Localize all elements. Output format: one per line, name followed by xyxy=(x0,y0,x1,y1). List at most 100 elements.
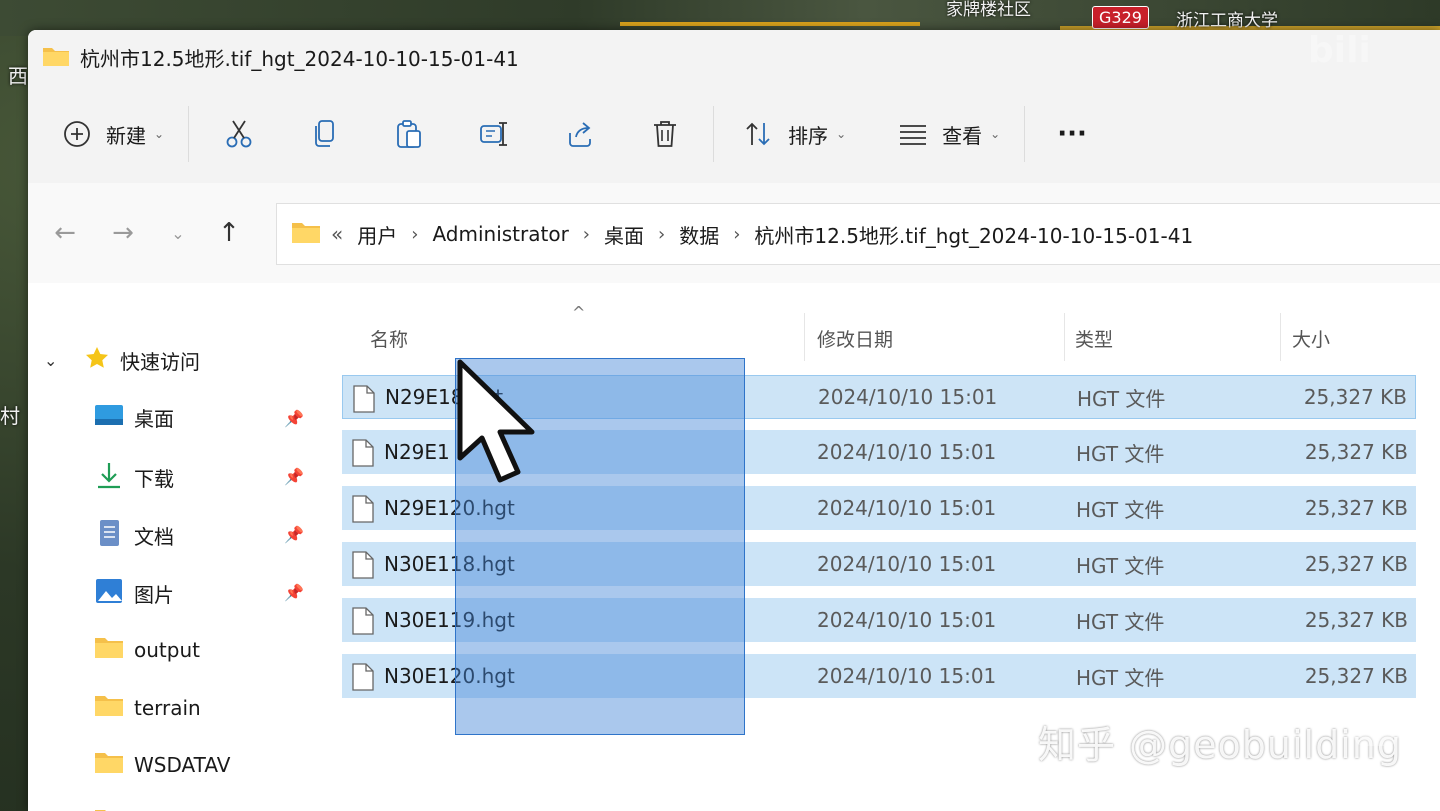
view-list-icon xyxy=(898,122,928,146)
folder-icon xyxy=(291,220,321,249)
command-bar: 新建 ⌄ 排序 ⌄ 查看 ⌄ ··· xyxy=(28,85,1440,184)
chevron-right-icon[interactable]: › xyxy=(733,224,740,245)
file-size: 25,327 KB xyxy=(1304,496,1408,520)
file-icon xyxy=(352,663,374,696)
plus-circle-icon xyxy=(62,119,92,149)
breadcrumb-item[interactable]: 杭州市12.5地形.tif_hgt_2024-10-10-15-01-41 xyxy=(754,220,1193,249)
file-icon xyxy=(352,495,374,528)
pin-icon[interactable]: 📌 xyxy=(284,583,304,602)
sidebar-item-label: 快速访问 xyxy=(120,350,200,374)
file-type: HGT 文件 xyxy=(1076,553,1165,578)
pin-icon[interactable]: 📌 xyxy=(284,467,304,486)
address-bar[interactable]: « 用户 › Administrator › 桌面 › 数据 › 杭州市12.5… xyxy=(276,203,1440,265)
sidebar-item-pictures[interactable]: 图片 xyxy=(94,577,174,610)
breadcrumb-item[interactable]: Administrator xyxy=(432,222,568,246)
up-arrow-icon[interactable]: ↑ xyxy=(204,218,254,248)
more-options-button[interactable]: ··· xyxy=(1031,104,1105,164)
chevron-right-icon[interactable]: › xyxy=(658,224,665,245)
sort-button[interactable]: 排序 ⌄ xyxy=(720,104,864,164)
pin-icon[interactable]: 📌 xyxy=(284,525,304,544)
sidebar-item-label: 文档 xyxy=(134,525,174,549)
breadcrumb-overflow[interactable]: « xyxy=(331,222,343,246)
column-divider[interactable] xyxy=(804,313,805,361)
play-icon xyxy=(1352,706,1400,754)
file-size: 25,327 KB xyxy=(1304,440,1408,464)
sort-ascending-icon: ^ xyxy=(572,303,586,322)
chevron-down-icon: ⌄ xyxy=(44,351,58,370)
mouse-cursor-icon xyxy=(456,358,546,492)
sort-icon xyxy=(744,120,774,148)
separator xyxy=(1024,106,1026,162)
file-type: HGT 文件 xyxy=(1076,441,1165,466)
chevron-down-icon: ⌄ xyxy=(154,127,165,141)
star-icon xyxy=(84,345,110,376)
rename-button[interactable] xyxy=(451,104,537,164)
separator xyxy=(188,106,190,162)
cut-button[interactable] xyxy=(195,104,283,164)
file-icon xyxy=(353,385,375,418)
chevron-down-icon: ⌄ xyxy=(836,127,847,141)
column-header-size[interactable]: 大小 xyxy=(1292,325,1330,352)
file-size: 25,327 KB xyxy=(1304,608,1408,632)
new-label: 新建 xyxy=(106,123,146,148)
share-button[interactable] xyxy=(537,104,623,164)
file-date: 2024/10/10 15:01 xyxy=(818,385,998,409)
sidebar-item-data[interactable]: 数据 xyxy=(94,807,174,811)
file-type: HGT 文件 xyxy=(1076,609,1165,634)
sidebar-item-downloads[interactable]: 下载 xyxy=(94,461,174,494)
chevron-right-icon[interactable]: › xyxy=(583,224,590,245)
sidebar-item-wsdatav[interactable]: WSDATAV xyxy=(94,750,230,779)
file-icon xyxy=(352,439,374,472)
chevron-right-icon[interactable]: › xyxy=(411,224,418,245)
breadcrumb-item[interactable]: 数据 xyxy=(679,220,719,249)
sidebar-item-desktop[interactable]: 桌面 xyxy=(94,403,174,432)
window-title: 杭州市12.5地形.tif_hgt_2024-10-10-15-01-41 xyxy=(80,47,519,71)
delete-button[interactable] xyxy=(623,104,707,164)
rename-icon xyxy=(479,119,509,149)
breadcrumb-item[interactable]: 用户 xyxy=(357,220,397,249)
navigation-bar: ← → ⌄ ↑ « 用户 › Administrator › 桌面 › 数据 ›… xyxy=(28,183,1440,283)
sidebar-item-label: terrain xyxy=(134,695,201,720)
file-date: 2024/10/10 15:01 xyxy=(817,664,997,688)
title-bar[interactable]: 杭州市12.5地形.tif_hgt_2024-10-10-15-01-41 xyxy=(28,30,1440,85)
file-size: 25,327 KB xyxy=(1304,664,1408,688)
desktop-icon xyxy=(94,403,124,432)
column-divider[interactable] xyxy=(1280,313,1281,361)
folder-icon xyxy=(94,635,124,664)
sidebar-item-terrain[interactable]: terrain xyxy=(94,693,201,722)
copy-icon xyxy=(311,119,339,149)
folder-icon xyxy=(94,750,124,779)
sidebar-quick-access[interactable]: ⌄ 快速访问 xyxy=(44,345,200,376)
back-arrow-icon[interactable]: ← xyxy=(36,218,94,248)
bilibili-logo: bili xyxy=(1308,30,1371,71)
file-date: 2024/10/10 15:01 xyxy=(817,608,997,632)
trash-icon xyxy=(651,119,679,149)
recent-locations-chevron-icon[interactable]: ⌄ xyxy=(152,224,204,243)
pin-icon[interactable]: 📌 xyxy=(284,409,304,428)
sidebar-item-label: 桌面 xyxy=(134,407,174,431)
map-label: 西 xyxy=(8,64,28,88)
view-button[interactable]: 查看 ⌄ xyxy=(864,104,1018,164)
column-header-name[interactable]: 名称 xyxy=(370,325,408,352)
paste-button[interactable] xyxy=(367,104,451,164)
column-header-type[interactable]: 类型 xyxy=(1075,325,1113,352)
copy-button[interactable] xyxy=(283,104,367,164)
file-type: HGT 文件 xyxy=(1076,665,1165,690)
sidebar-item-documents[interactable]: 文档 xyxy=(94,519,174,552)
file-date: 2024/10/10 15:01 xyxy=(817,440,997,464)
new-button[interactable]: 新建 ⌄ xyxy=(28,104,182,164)
breadcrumb-item[interactable]: 桌面 xyxy=(604,220,644,249)
column-divider[interactable] xyxy=(1064,313,1065,361)
chevron-down-icon: ⌄ xyxy=(990,127,1001,141)
map-label: 村 xyxy=(0,404,20,428)
sidebar-item-label: WSDATAV xyxy=(134,752,231,777)
column-header-modified[interactable]: 修改日期 xyxy=(817,325,893,352)
file-size: 25,327 KB xyxy=(1303,385,1407,409)
sidebar-item-output[interactable]: output xyxy=(94,635,200,664)
file-type: HGT 文件 xyxy=(1077,386,1166,411)
map-road xyxy=(620,22,920,26)
forward-arrow-icon[interactable]: → xyxy=(94,218,152,248)
watermark: 知乎 @geobuilding xyxy=(1037,723,1402,767)
file-icon xyxy=(352,607,374,640)
file-size: 25,327 KB xyxy=(1304,552,1408,576)
